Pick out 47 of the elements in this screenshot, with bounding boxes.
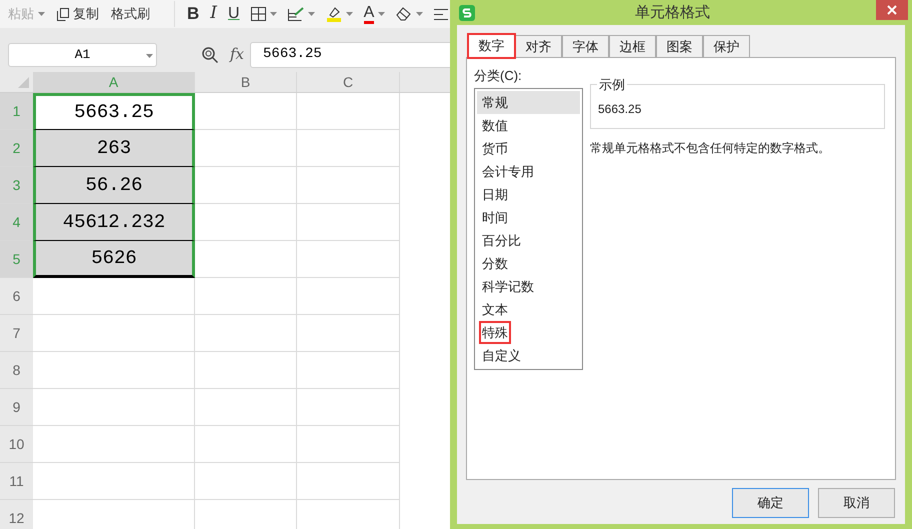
row-header[interactable]: 12: [0, 500, 33, 529]
category-item[interactable]: 常规: [477, 91, 580, 114]
category-item[interactable]: 分数: [477, 252, 580, 275]
category-item[interactable]: 日期: [477, 183, 580, 206]
category-item[interactable]: 数值: [477, 114, 580, 137]
category-list[interactable]: 常规 数值 货币 会计专用 日期 时间 百分比 分数 科学记数 文本 特殊 自定义: [474, 88, 583, 370]
category-item[interactable]: 科学记数: [477, 275, 580, 298]
category-item[interactable]: 特殊: [477, 321, 580, 344]
category-item[interactable]: 自定义: [477, 344, 580, 367]
table-cell: 263: [33, 130, 195, 167]
category-label: 分类(C):: [474, 67, 523, 85]
format-painter-button[interactable]: 格式刷: [111, 4, 150, 24]
copy-button[interactable]: 复制: [57, 4, 99, 24]
tab[interactable]: 图案: [656, 35, 703, 58]
tab[interactable]: 字体: [562, 35, 609, 58]
row-header[interactable]: 8: [0, 352, 33, 389]
fx-label[interactable]: fx: [230, 43, 244, 66]
table-cell: 56.26: [33, 167, 195, 204]
name-box[interactable]: A1: [8, 42, 157, 66]
category-item[interactable]: 时间: [477, 206, 580, 229]
tab[interactable]: 保护: [703, 35, 750, 58]
italic-button[interactable]: I: [210, 1, 217, 27]
row-header[interactable]: 6: [0, 278, 33, 315]
row-header[interactable]: 11: [0, 463, 33, 500]
window-title: 单元格格式: [635, 3, 710, 23]
table-cell: 5626: [33, 241, 195, 278]
row-header[interactable]: 9: [0, 389, 33, 426]
category-item[interactable]: 文本: [477, 298, 580, 321]
category-item[interactable]: 百分比: [477, 229, 580, 252]
underline-button[interactable]: U: [228, 2, 240, 26]
font-color-button[interactable]: A: [364, 4, 386, 24]
column-header[interactable]: C: [297, 72, 400, 92]
tab[interactable]: 数字: [468, 34, 515, 58]
row-header[interactable]: 7: [0, 315, 33, 352]
category-item[interactable]: 会计专用: [477, 160, 580, 183]
format-description: 常规单元格格式不包含任何特定的数字格式。: [590, 140, 831, 157]
dialog-button[interactable]: 取消: [818, 488, 895, 518]
tab[interactable]: 对齐: [515, 35, 562, 58]
dialog-button[interactable]: 确定: [732, 488, 809, 518]
tab[interactable]: 边框: [609, 35, 656, 58]
sample-value: 5663.25: [598, 100, 642, 118]
table-cell: 45612.232: [33, 204, 195, 241]
column-header[interactable]: B: [195, 72, 297, 92]
table-cell: 5663.25: [33, 93, 195, 130]
category-item[interactable]: 货币: [477, 137, 580, 160]
row-header[interactable]: 10: [0, 426, 33, 463]
bold-button[interactable]: B: [187, 1, 200, 27]
